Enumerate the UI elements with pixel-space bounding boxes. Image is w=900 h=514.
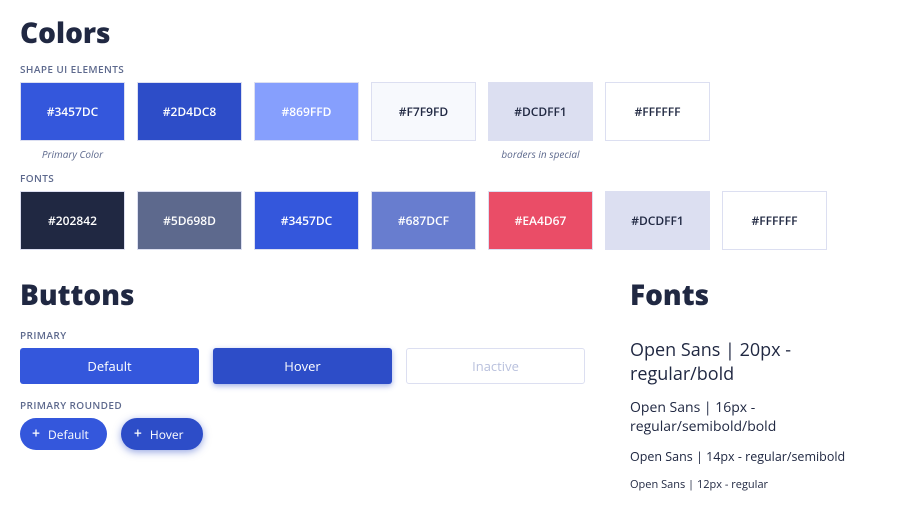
- swatch-caption: [605, 147, 710, 161]
- primary-label: PRIMARY: [20, 328, 600, 342]
- swatch-caption: Primary Color: [20, 147, 125, 161]
- primary-inactive-button: Inactive: [406, 348, 585, 384]
- swatch-caption: [254, 147, 359, 161]
- swatch-caption: [371, 147, 476, 161]
- fonts-title: Fonts: [630, 276, 880, 314]
- shape-ui-elements-label: SHAPE UI ELEMENTS: [20, 62, 880, 76]
- shape-ui-swatch-row: #3457DC #2D4DC8 #869FFD #F7F9FD #DCDFF1 …: [20, 82, 880, 141]
- font-spec: Open Sans | 14px - regular/semibold: [630, 448, 880, 465]
- color-swatch: #3457DC: [20, 82, 125, 141]
- swatch-caption: borders in special: [488, 147, 593, 161]
- shape-ui-caption-row: Primary Color borders in special: [20, 147, 880, 161]
- color-swatch: #DCDFF1: [605, 191, 710, 250]
- color-swatch: #EA4D67: [488, 191, 593, 250]
- plus-icon: +: [32, 427, 40, 441]
- primary-default-button[interactable]: Default: [20, 348, 199, 384]
- primary-rounded-label: PRIMARY ROUNDED: [20, 398, 600, 412]
- color-swatch: #687DCF: [371, 191, 476, 250]
- primary-hover-button[interactable]: Hover: [213, 348, 392, 384]
- color-swatch: #FFFFFF: [605, 82, 710, 141]
- font-spec: Open Sans | 12px - regular: [630, 477, 880, 492]
- color-swatch: #DCDFF1: [488, 82, 593, 141]
- font-spec: Open Sans | 20px - regular/bold: [630, 338, 880, 386]
- rounded-hover-button[interactable]: + Hover: [121, 418, 203, 450]
- buttons-title: Buttons: [20, 276, 600, 314]
- colors-title: Colors: [20, 14, 880, 52]
- rounded-hover-label: Hover: [150, 426, 184, 443]
- color-swatch: #2D4DC8: [137, 82, 242, 141]
- primary-rounded-row: + Default + Hover: [20, 418, 600, 450]
- rounded-default-label: Default: [48, 426, 89, 443]
- plus-icon: +: [134, 427, 142, 441]
- color-swatch: #202842: [20, 191, 125, 250]
- rounded-default-button[interactable]: + Default: [20, 418, 107, 450]
- color-swatch: #FFFFFF: [722, 191, 827, 250]
- font-spec: Open Sans | 16px - regular/semibold/bold: [630, 398, 880, 436]
- color-swatch: #3457DC: [254, 191, 359, 250]
- color-swatch: #5D698D: [137, 191, 242, 250]
- swatch-caption: [137, 147, 242, 161]
- fonts-colors-label: FONTS: [20, 171, 880, 185]
- color-swatch: #869FFD: [254, 82, 359, 141]
- primary-button-row: Default Hover Inactive: [20, 348, 600, 384]
- color-swatch: #F7F9FD: [371, 82, 476, 141]
- font-color-swatch-row: #202842 #5D698D #3457DC #687DCF #EA4D67 …: [20, 191, 880, 250]
